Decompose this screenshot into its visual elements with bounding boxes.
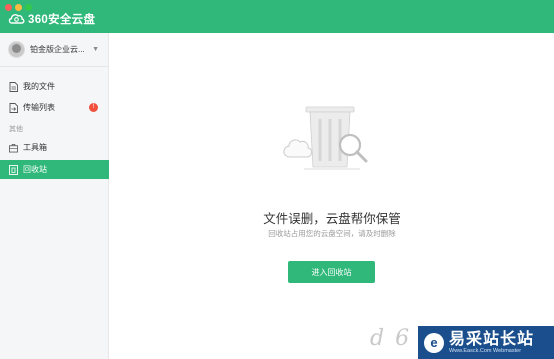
empty-state-subtitle: 回收站占用您的云盘空间，请及时删除 bbox=[268, 229, 396, 238]
section-label-other: 其他 bbox=[9, 126, 23, 133]
transfer-icon bbox=[9, 102, 18, 113]
sidebar-item-label: 工具箱 bbox=[23, 143, 47, 152]
notification-badge: ! bbox=[89, 103, 98, 112]
app-brand: 360安全云盘 bbox=[8, 11, 95, 27]
toolbox-icon bbox=[9, 143, 18, 153]
account-name: 铂金版企业云... bbox=[30, 45, 85, 54]
sidebar-item-label: 我的文件 bbox=[23, 82, 55, 91]
sidebar-item-my-files[interactable]: 我的文件 bbox=[0, 77, 109, 96]
empty-recycle-bin-illustration bbox=[282, 97, 382, 179]
sidebar-item-transfers[interactable]: 传输列表 ! bbox=[0, 98, 109, 117]
window-maximize-button[interactable] bbox=[25, 4, 32, 11]
chevron-down-icon[interactable]: ▼ bbox=[92, 46, 99, 53]
avatar bbox=[8, 41, 25, 58]
watermark-badge: e 易采站长站 Www.Easck.Com Webmaster bbox=[418, 326, 554, 359]
sidebar-item-label: 回收站 bbox=[23, 165, 47, 174]
file-icon bbox=[9, 81, 18, 92]
watermark-logo-icon: e bbox=[424, 332, 444, 353]
window-close-button[interactable] bbox=[5, 4, 12, 11]
app-title: 360安全云盘 bbox=[28, 14, 96, 26]
watermark-name: 易采站长站 bbox=[449, 330, 535, 348]
sidebar-item-label: 传输列表 bbox=[23, 103, 55, 112]
main-content: 文件误删，云盘帮你保管 回收站占用您的云盘空间，请及时删除 进入回收站 bbox=[110, 33, 554, 359]
sidebar-item-recycle-bin[interactable]: 回收站 bbox=[0, 160, 109, 179]
sidebar: 铂金版企业云... ▼ 我的文件 传输列表 ! 其他 工具箱 回收站 bbox=[0, 33, 109, 359]
window-minimize-button[interactable] bbox=[15, 4, 22, 11]
empty-state-title: 文件误删，云盘帮你保管 bbox=[263, 212, 401, 226]
cloud-icon bbox=[283, 139, 313, 158]
recycle-bin-icon bbox=[9, 164, 18, 175]
cloud-logo-icon bbox=[8, 12, 25, 26]
sidebar-item-toolbox[interactable]: 工具箱 bbox=[0, 138, 109, 157]
enter-recycle-bin-button[interactable]: 进入回收站 bbox=[288, 261, 375, 283]
title-bar: 360安全云盘 bbox=[0, 0, 554, 33]
watermark-url: Www.Easck.Com Webmaster bbox=[449, 347, 522, 354]
account-switcher[interactable]: 铂金版企业云... ▼ bbox=[0, 33, 109, 67]
